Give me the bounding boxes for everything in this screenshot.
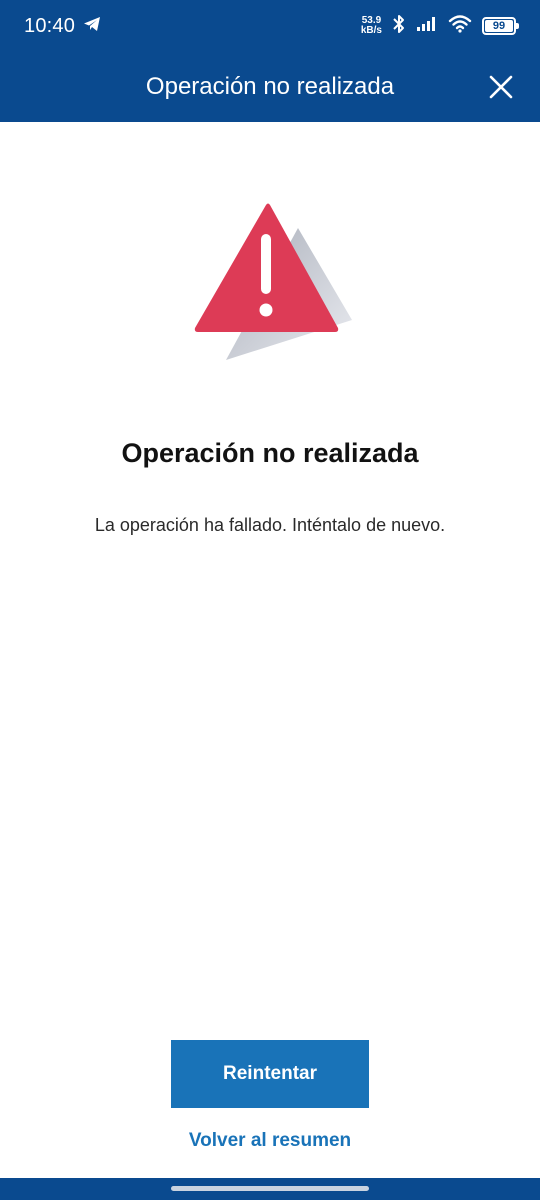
back-to-summary-link[interactable]: Volver al resumen — [0, 1130, 540, 1152]
network-speed-unit: kB/s — [360, 25, 382, 36]
network-speed: 53.9 kB/s — [361, 16, 382, 36]
result-title: Operación no realizada — [121, 438, 419, 468]
bluetooth-icon — [392, 14, 406, 39]
battery-level: 99 — [492, 20, 506, 32]
close-icon — [489, 75, 513, 99]
retry-button[interactable]: Reintentar — [171, 1040, 369, 1108]
clock: 10:40 — [24, 14, 76, 37]
screen: 10:40 53.9 kB/s 99 Operación no realizad… — [0, 0, 540, 1200]
result-message: La operación ha fallado. Inténtalo de nu… — [94, 515, 446, 535]
status-bar: 10:40 53.9 kB/s 99 — [0, 0, 540, 52]
app-header: Operación no realizada — [0, 52, 540, 122]
status-right: 53.9 kB/s 99 — [361, 14, 519, 39]
close-button[interactable] — [482, 68, 520, 106]
battery-icon: 99 — [482, 17, 519, 35]
page-title: Operación no realizada — [145, 73, 395, 100]
signal-icon — [416, 16, 438, 37]
status-left: 10:40 — [24, 15, 101, 38]
telegram-icon — [83, 16, 101, 37]
home-indicator[interactable] — [171, 1186, 369, 1191]
wifi-icon — [448, 14, 472, 38]
warning-triangle-icon — [190, 200, 360, 365]
navigation-bar — [0, 1178, 540, 1200]
